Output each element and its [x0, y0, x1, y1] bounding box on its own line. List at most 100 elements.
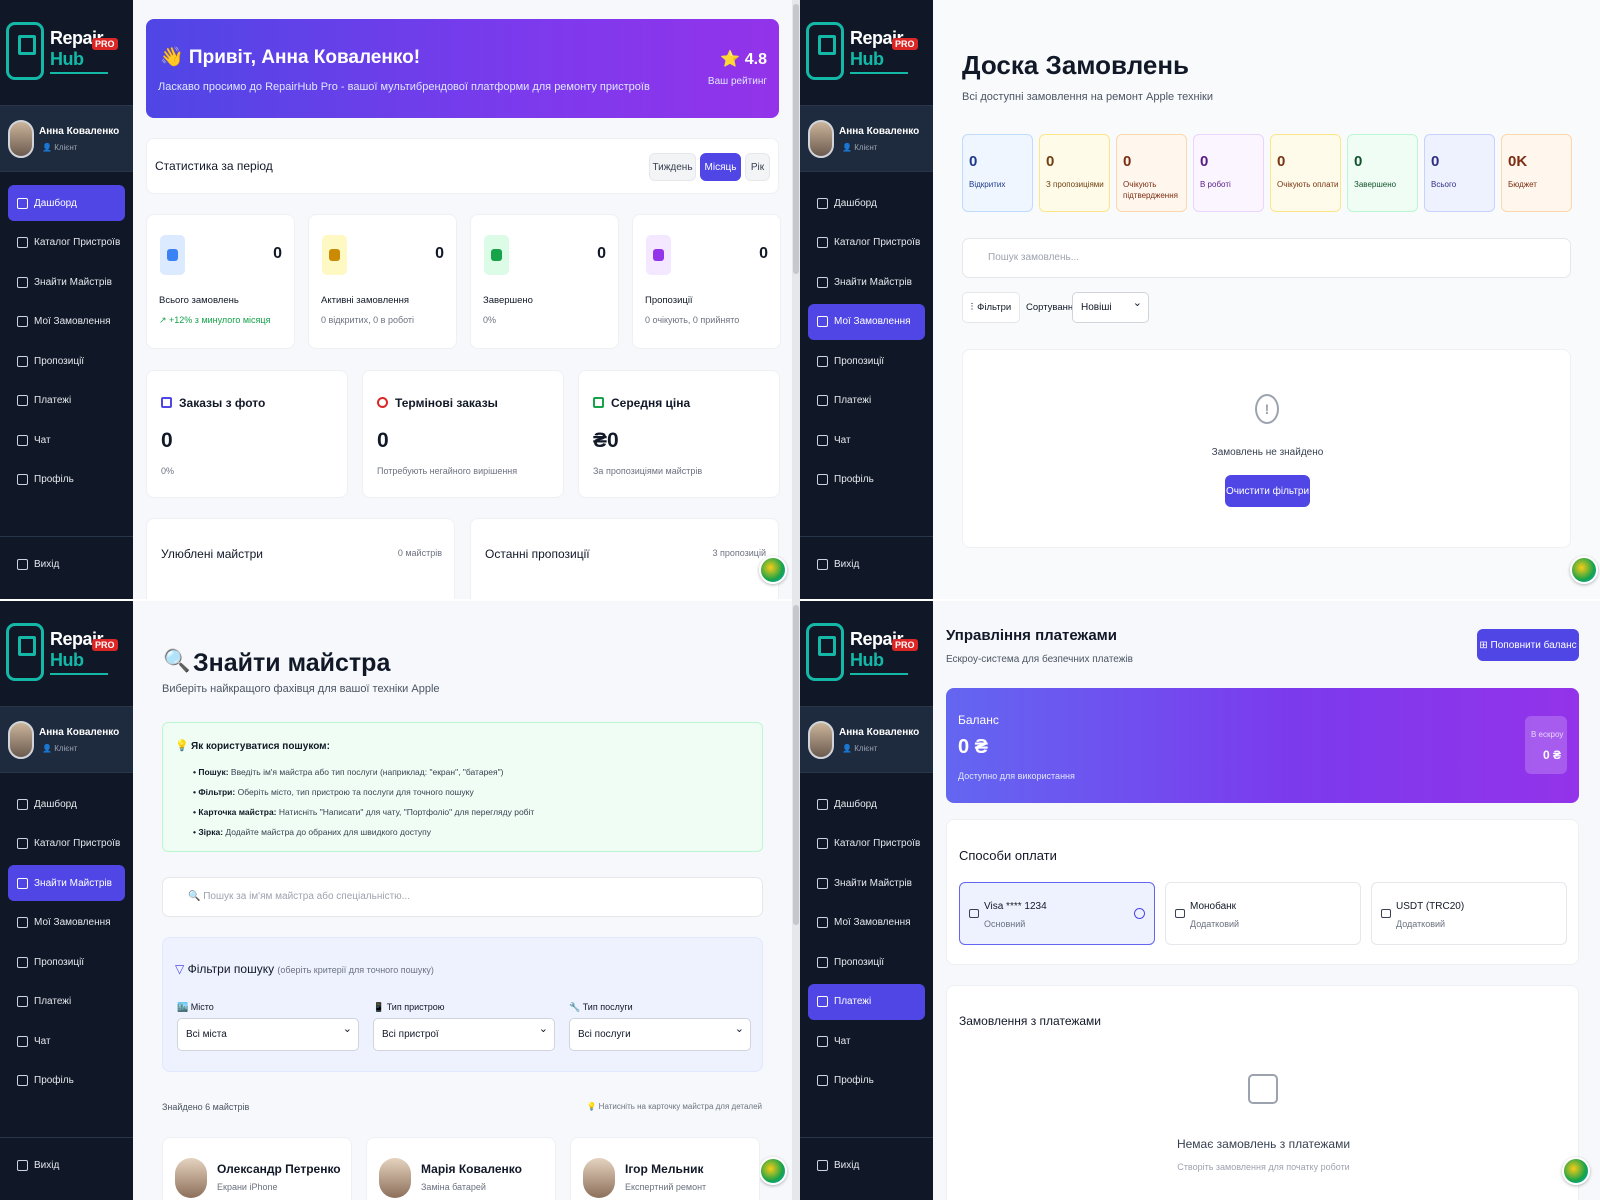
period-month-button[interactable]: Місяць — [700, 153, 741, 181]
sidebar-item-0[interactable]: Дашборд — [808, 786, 925, 822]
logout-button[interactable]: Вихід — [8, 1147, 125, 1183]
user-panel[interactable]: Анна Коваленко 👤 Клієнт — [0, 105, 133, 172]
search-placeholder: 🔍 Пошук за ім'ям майстра або спеціальніс… — [188, 891, 410, 902]
rating-label: Ваш рейтинг — [707, 76, 767, 87]
logout-area: Вихід — [800, 536, 933, 599]
sidebar-item-6[interactable]: Чат — [808, 1023, 925, 1059]
sidebar-item-4[interactable]: Пропозиції — [8, 343, 125, 379]
logout-button[interactable]: Вихід — [8, 546, 125, 582]
kpi-card[interactable]: 0 Очікують підтвердження — [1116, 134, 1187, 212]
sidebar-item-1[interactable]: Каталог Пристроїв — [8, 826, 125, 862]
sidebar-item-1[interactable]: Каталог Пристроїв — [808, 225, 925, 261]
kpi-card[interactable]: 0 Завершено — [1347, 134, 1418, 212]
repairhub-logo[interactable]: Repair Hub PRO — [806, 623, 926, 683]
help-line: • Зірка: Додайте майстра до обраних для … — [193, 827, 431, 837]
master-search-input[interactable]: 🔍 Пошук за ім'ям майстра або спеціальніс… — [162, 877, 763, 917]
sidebar-item-4[interactable]: Пропозиції — [808, 944, 925, 980]
box-icon — [17, 237, 28, 248]
filter-select[interactable]: Всі міста — [177, 1018, 359, 1051]
sidebar-item-2[interactable]: Знайти Майстрів — [8, 264, 125, 300]
sidebar-item-6[interactable]: Чат — [8, 1023, 125, 1059]
logout-icon — [17, 1159, 28, 1171]
sidebar-item-7[interactable]: Профіль — [808, 462, 925, 498]
logout-button[interactable]: Вихід — [808, 1147, 925, 1183]
payment-method-card[interactable]: Visa **** 1234 Основний — [959, 882, 1155, 945]
sidebar-item-3[interactable]: Мої Замовлення — [8, 905, 125, 941]
kpi-value: 0 — [1277, 153, 1286, 170]
assistant-fab-icon[interactable] — [1570, 556, 1598, 584]
escrow-box: В ескроу 0 ₴ — [1525, 716, 1567, 774]
kpi-card[interactable]: 0 В роботі — [1193, 134, 1264, 212]
logout-button[interactable]: Вихід — [808, 546, 925, 582]
dashboard-icon — [817, 197, 828, 209]
clear-filters-button[interactable]: Очистити фільтри — [1225, 475, 1310, 507]
sidebar-item-2[interactable]: Знайти Майстрів — [808, 264, 925, 300]
sidebar-item-5[interactable]: Платежі — [8, 383, 125, 419]
stat-value: 0 — [597, 245, 606, 262]
sidebar-item-7[interactable]: Профіль — [808, 1063, 925, 1099]
scrollbar[interactable] — [793, 4, 799, 274]
sidebar-item-5[interactable]: Платежі — [808, 383, 925, 419]
kpi-card[interactable]: 0 Всього — [1424, 134, 1495, 212]
master-card[interactable]: Ігор Мельник Експертний ремонт — [570, 1137, 760, 1200]
sidebar-item-label: Мої Замовлення — [34, 316, 111, 327]
assistant-fab-icon[interactable] — [759, 556, 787, 584]
clipboard-icon — [17, 316, 28, 327]
master-card[interactable]: Олександр Петренко Екрани iPhone — [162, 1137, 352, 1200]
logout-label: Вихід — [34, 558, 60, 570]
sidebar-item-label: Каталог Пристроїв — [34, 237, 121, 248]
kpi-card[interactable]: 0K Бюджет — [1501, 134, 1572, 212]
page-subtitle: Ескроу-система для безпечних платежів — [946, 654, 1133, 665]
kpi-value: 0 — [1354, 153, 1363, 170]
filter-select[interactable]: Всі послуги — [569, 1018, 751, 1051]
kpi-card[interactable]: 0 З пропозиціями — [1039, 134, 1110, 212]
sidebar-item-0[interactable]: Дашборд — [8, 185, 125, 221]
sidebar-item-4[interactable]: Пропозиції — [808, 343, 925, 379]
filter-select[interactable]: Всі пристрої — [373, 1018, 555, 1051]
sidebar-item-0[interactable]: Дашборд — [8, 786, 125, 822]
repairhub-logo[interactable]: Repair Hub PRO — [6, 22, 126, 82]
sidebar-item-3[interactable]: Мої Замовлення — [808, 905, 925, 941]
user-panel[interactable]: Анна Коваленко 👤 Клієнт — [800, 105, 933, 172]
sort-select[interactable]: Новіші — [1072, 292, 1149, 323]
sidebar-item-1[interactable]: Каталог Пристроїв — [808, 826, 925, 862]
logo-text-hub: Hub — [850, 49, 884, 69]
sidebar-item-7[interactable]: Профіль — [8, 462, 125, 498]
orders-search-input[interactable]: Пошук замовлень... — [962, 238, 1571, 278]
kpi-card[interactable]: 0 Очікують оплати — [1270, 134, 1341, 212]
user-panel[interactable]: Анна Коваленко 👤 Клієнт — [800, 706, 933, 773]
payment-method-card[interactable]: Монобанк Додатковий — [1165, 882, 1361, 945]
sidebar-item-5[interactable]: Платежі — [808, 983, 925, 1020]
stat-icon-mark — [653, 249, 664, 261]
repairhub-logo[interactable]: Repair Hub PRO — [806, 22, 926, 82]
sidebar-item-5[interactable]: Платежі — [8, 984, 125, 1020]
kpi-card[interactable]: 0 Відкритих — [962, 134, 1033, 212]
sidebar-item-label: Чат — [34, 1035, 51, 1047]
page-subtitle: Виберіть найкращого фахівця для вашої те… — [162, 683, 440, 695]
help-title: Як користуватися пошуком: — [191, 741, 330, 752]
pro-badge: PRO — [892, 38, 918, 50]
sidebar-item-1[interactable]: Каталог Пристроїв — [8, 225, 125, 261]
repairhub-logo[interactable]: Repair Hub PRO — [6, 623, 126, 683]
sidebar-item-6[interactable]: Чат — [808, 422, 925, 458]
offers-count: 3 пропозицій — [712, 548, 766, 558]
user-panel[interactable]: Анна Коваленко 👤 Клієнт — [0, 706, 133, 773]
master-card[interactable]: Марія Коваленко Заміна батарей — [366, 1137, 556, 1200]
sidebar-item-2[interactable]: Знайти Майстрів — [8, 865, 125, 901]
period-week-button[interactable]: Тиждень — [649, 153, 696, 181]
topup-balance-button[interactable]: ⊞ Поповнити баланс — [1477, 629, 1579, 661]
filters-button[interactable]: ⫶ Фільтри — [962, 292, 1020, 323]
sidebar-item-0[interactable]: Дашборд — [808, 185, 925, 221]
sidebar-item-2[interactable]: Знайти Майстрів — [808, 865, 925, 901]
payment-method-card[interactable]: USDT (TRC20) Додатковий — [1371, 882, 1567, 945]
filter-value: Всі послуги — [578, 1029, 631, 1040]
assistant-fab-icon[interactable] — [759, 1157, 787, 1185]
assistant-fab-icon[interactable] — [1562, 1157, 1590, 1185]
scrollbar[interactable] — [793, 605, 799, 925]
sidebar-item-6[interactable]: Чат — [8, 422, 125, 458]
period-year-button[interactable]: Рік — [745, 153, 770, 181]
sidebar-item-3[interactable]: Мої Замовлення — [808, 303, 925, 340]
sidebar-item-7[interactable]: Профіль — [8, 1063, 125, 1099]
sidebar-item-4[interactable]: Пропозиції — [8, 944, 125, 980]
sidebar-item-3[interactable]: Мої Замовлення — [8, 304, 125, 340]
